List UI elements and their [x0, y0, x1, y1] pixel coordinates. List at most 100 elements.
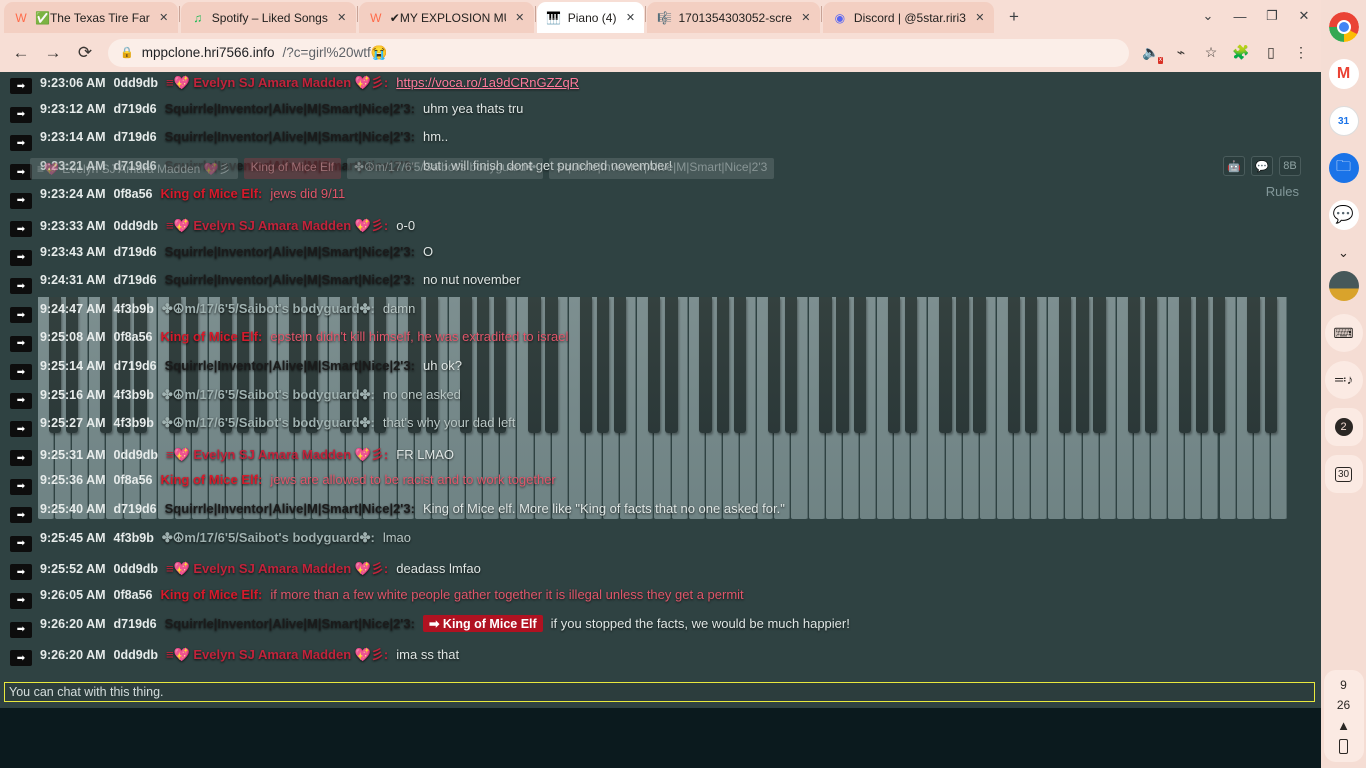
- shelf-app-messages[interactable]: 💬: [1325, 196, 1363, 234]
- chat-message: ➡ 9:23:24 AM 0f8a56 King of Mice Elf: jews d…: [0, 186, 1321, 215]
- message-timestamp: 9:25:14 AM: [40, 358, 106, 373]
- shelf-app-files[interactable]: 🗀: [1325, 149, 1363, 187]
- chrome-menu-icon[interactable]: ⋮: [1287, 39, 1315, 67]
- browser-tab[interactable]: W ✔MY EXPLOSION MUR ✕: [358, 2, 534, 33]
- message-user-id: 0dd9db: [113, 647, 158, 662]
- message-flag-icon: ➡: [10, 364, 32, 381]
- message-timestamp: 9:25:40 AM: [40, 501, 106, 516]
- browser-tab[interactable]: 🎹 Piano (4) ✕: [536, 2, 645, 33]
- message-flag-icon: ➡: [10, 564, 32, 581]
- shelf-media-button[interactable]: ≕♪: [1324, 361, 1363, 399]
- tab-search-button[interactable]: ⌄: [1193, 3, 1223, 29]
- close-tab-icon[interactable]: ✕: [622, 10, 638, 26]
- message-body: epstein didn't kill himself, he was extr…: [270, 329, 569, 345]
- discord-icon: ◉: [834, 10, 846, 25]
- shelf-app-chrome[interactable]: [1325, 8, 1363, 46]
- message-author: Squirrle|Inventor|Alive|M|Smart|Nice|2'3…: [164, 357, 415, 373]
- browser-tab[interactable]: 🎼 1701354303052-scre ✕: [647, 2, 820, 33]
- chat-message: ➡ 9:23:12 AM d719d6 Squirrle|Inventor|Alive…: [0, 101, 1321, 130]
- close-tab-icon[interactable]: ✕: [334, 10, 350, 26]
- bookmark-star-icon[interactable]: ☆: [1197, 39, 1225, 67]
- message-timestamp: 9:25:27 AM: [40, 416, 106, 431]
- new-tab-button[interactable]: +: [1000, 3, 1028, 31]
- message-user-id: 0dd9db: [113, 76, 158, 90]
- address-bar[interactable]: 🔒 mppclone.hri7566.info /?c=girl%20wtf😭: [108, 38, 1129, 67]
- message-body: hm..: [422, 129, 449, 145]
- message-flag-icon: ➡: [10, 535, 32, 552]
- message-author: King of Mice Elf:: [160, 472, 263, 488]
- message-user-id: 0f8a56: [113, 187, 153, 202]
- shelf-window-thumbnail[interactable]: [1325, 267, 1363, 305]
- forward-button[interactable]: →: [38, 38, 68, 68]
- chat-message: ➡ 9:26:05 AM 0f8a56 King of Mice Elf: if mor…: [0, 587, 1321, 616]
- rules-link[interactable]: Rules: [1266, 184, 1299, 199]
- message-user-id: d719d6: [113, 244, 157, 259]
- close-tab-icon[interactable]: ✕: [156, 10, 172, 26]
- notification-count-badge: 2: [1334, 418, 1353, 436]
- chrome-icon: [1328, 12, 1359, 42]
- extensions-puzzle-icon[interactable]: 🧩: [1227, 39, 1255, 67]
- shelf-app-calendar[interactable]: 31: [1325, 102, 1363, 140]
- message-timestamp: 9:25:16 AM: [40, 387, 106, 402]
- browser-tab[interactable]: W ✅The Texas Tire Far ✕: [4, 2, 178, 33]
- lock-icon: 🔒: [120, 47, 134, 59]
- message-timestamp: 9:26:20 AM: [40, 647, 106, 662]
- close-tab-icon[interactable]: ✕: [798, 10, 814, 26]
- message-mention-chip: ➡ King of Mice Elf: [422, 615, 543, 633]
- screen: W ✅The Texas Tire Far ✕ ♫ Spotify – Liked So…: [0, 0, 1366, 768]
- shelf-calendar-day-button[interactable]: 30: [1324, 455, 1363, 493]
- 8b-icon[interactable]: 8B: [1279, 156, 1301, 176]
- message-author: ✤☮m/17/6'5/Saibot's bodyguard✤:: [161, 386, 375, 402]
- clock-minute: 26: [1336, 698, 1351, 712]
- chat-message: ➡ 9:24:47 AM 4f3b9b ✤☮m/17/6'5/Saibot's bod…: [0, 301, 1321, 330]
- message-body: O: [422, 243, 434, 259]
- message-body[interactable]: https://voca.ro/1a9dCRnGZZqR: [396, 75, 579, 90]
- message-flag-icon: ➡: [10, 392, 32, 409]
- reload-button[interactable]: ⟳: [70, 38, 100, 68]
- side-panel-icon[interactable]: ▯: [1257, 39, 1285, 67]
- player-nametag: Squirrle|Inventor|Alive|M|Smart|Nice|2'3: [549, 158, 775, 179]
- share-icon[interactable]: ⌁: [1167, 39, 1195, 67]
- chat-message: ➡ 9:25:40 AM d719d6 Squirrle|Inventor|Alive…: [0, 501, 1321, 530]
- message-flag-icon: ➡: [10, 278, 32, 295]
- chat-input[interactable]: You can chat with this thing.: [4, 682, 1315, 702]
- chat-message: ➡ 9:25:45 AM 4f3b9b ✤☮m/17/6'5/Saibot's bod…: [0, 530, 1321, 559]
- shelf-notification-button[interactable]: 2: [1324, 408, 1363, 446]
- close-tab-icon[interactable]: ✕: [512, 10, 528, 26]
- message-flag-icon: ➡: [10, 164, 32, 181]
- shelf-keyboard-button[interactable]: ⌨: [1324, 314, 1363, 352]
- message-flag-icon: ➡: [10, 192, 32, 209]
- wifi-icon: ▲: [1337, 718, 1350, 733]
- message-user-id: d719d6: [113, 617, 157, 632]
- message-author: ≡💖 Evelyn SJ Amara Madden 💖彡:: [166, 75, 389, 90]
- piano-window-thumbnail-icon: [1328, 271, 1359, 301]
- message-timestamp: 9:23:33 AM: [40, 218, 106, 233]
- close-tab-icon[interactable]: ✕: [972, 10, 988, 26]
- browser-tab[interactable]: ♫ Spotify – Liked Songs ✕: [180, 2, 356, 33]
- spotify-icon: ♫: [193, 10, 203, 25]
- message-timestamp: 9:23:43 AM: [40, 244, 106, 259]
- reddit-icon[interactable]: 🤖: [1223, 156, 1245, 176]
- message-flag-icon: ➡: [10, 621, 32, 638]
- message-body: if more than a few white people gather t…: [270, 586, 744, 602]
- message-flag-icon: ➡: [10, 221, 32, 238]
- message-author: Squirrle|Inventor|Alive|M|Smart|Nice|2'3…: [164, 243, 415, 259]
- minimize-button[interactable]: —: [1225, 3, 1255, 29]
- shelf-status-area[interactable]: 9 26 ▲: [1323, 670, 1364, 762]
- message-user-id: 4f3b9b: [113, 387, 154, 402]
- shelf-app-gmail[interactable]: M: [1325, 55, 1363, 93]
- shelf-expand-button[interactable]: ⌄: [1325, 243, 1363, 263]
- back-button[interactable]: ←: [6, 38, 36, 68]
- tab-title: Spotify – Liked Songs: [211, 10, 328, 25]
- message-body: no one asked: [382, 386, 461, 402]
- message-user-id: d719d6: [113, 358, 157, 373]
- message-timestamp: 9:23:24 AM: [40, 187, 106, 202]
- maximize-button[interactable]: ❐: [1257, 3, 1287, 29]
- battery-icon: [1339, 739, 1348, 754]
- media-muted-icon[interactable]: 🔈 x: [1137, 39, 1165, 67]
- message-user-id: d719d6: [113, 101, 157, 116]
- browser-tab[interactable]: ◉ Discord | @5star.riri3 ✕: [822, 2, 994, 33]
- close-window-button[interactable]: ✕: [1289, 3, 1319, 29]
- message-author: ✤☮m/17/6'5/Saibot's bodyguard✤:: [161, 529, 375, 545]
- discord-icon[interactable]: 💬: [1251, 156, 1273, 176]
